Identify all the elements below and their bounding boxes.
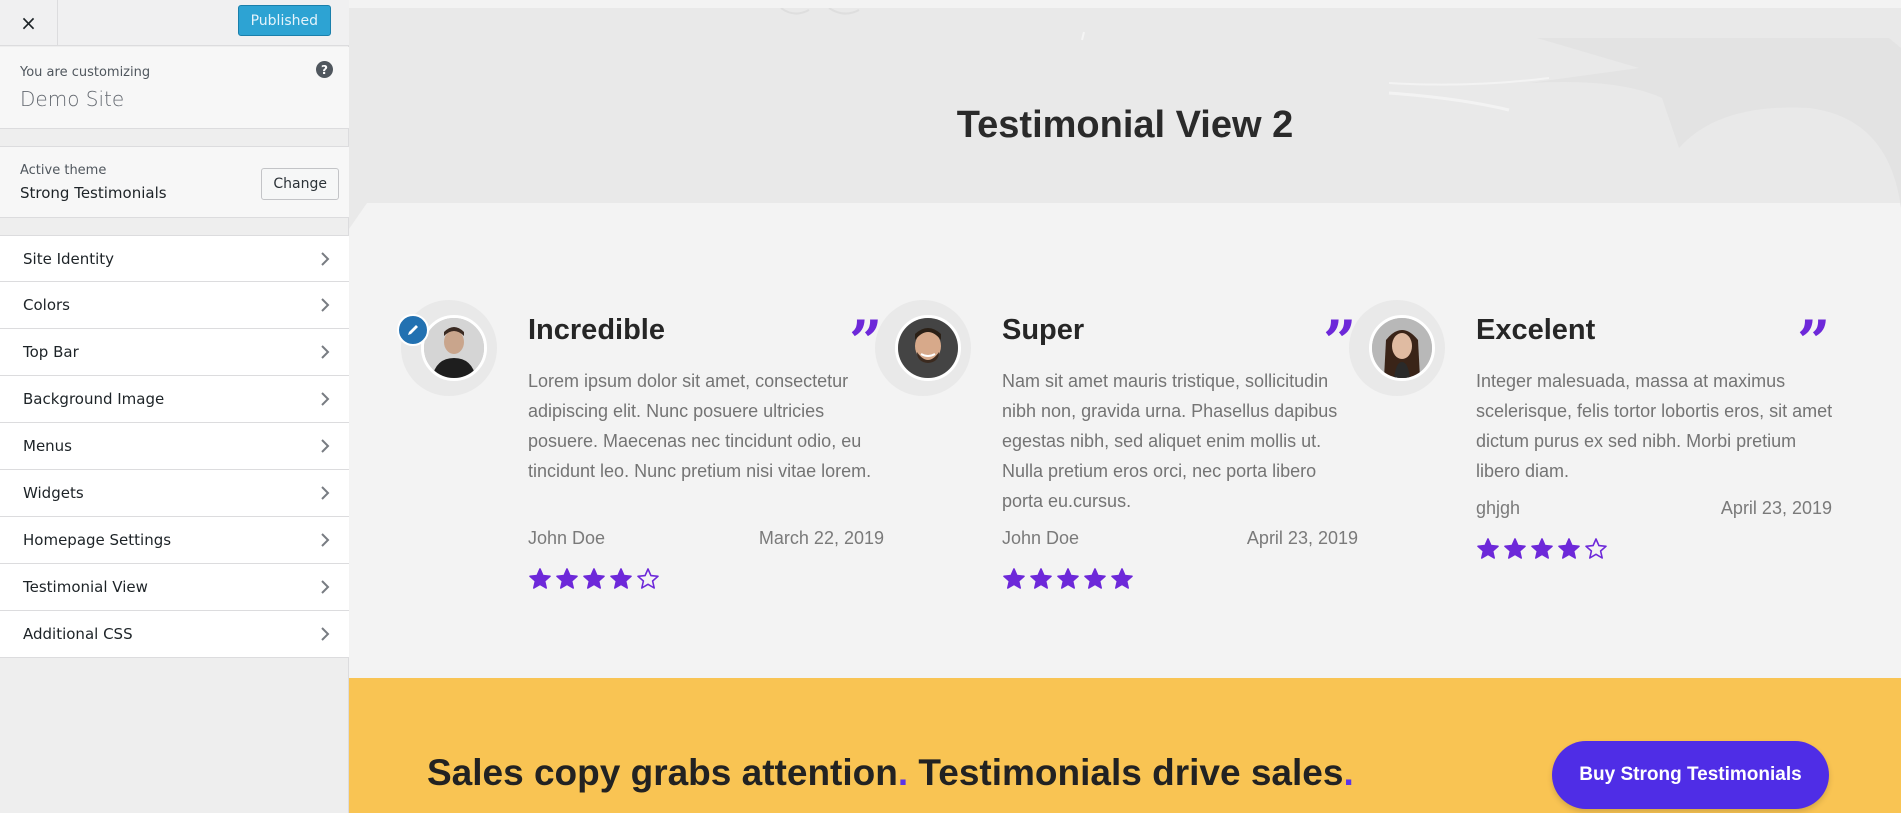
- change-theme-button[interactable]: Change: [261, 168, 339, 200]
- sidebar-header: × Published: [0, 0, 349, 46]
- cta-headline: Sales copy grabs attention. Testimonials…: [427, 752, 1354, 794]
- section-widgets[interactable]: Widgets: [0, 470, 349, 517]
- section-label: Testimonial View: [23, 578, 148, 596]
- star-filled-icon: [1111, 568, 1133, 589]
- avatar: [895, 315, 961, 381]
- close-icon[interactable]: ×: [0, 0, 58, 45]
- testimonial-title: Super: [1002, 314, 1085, 346]
- person-photo-icon: [1372, 318, 1432, 378]
- star-filled-icon: [1003, 568, 1025, 589]
- site-name: Demo Site: [20, 87, 125, 111]
- section-background-image[interactable]: Background Image: [0, 376, 349, 423]
- active-theme-panel: Active theme Strong Testimonials Change: [0, 146, 349, 218]
- page-title: Testimonial View 2: [956, 104, 1294, 146]
- chevron-right-icon: [321, 298, 330, 312]
- section-label: Widgets: [23, 484, 84, 502]
- chevron-right-icon: [321, 533, 330, 547]
- testimonial-author: ghjgh: [1476, 498, 1521, 518]
- testimonial-card: Excelent ” Integer malesuada, massa at m…: [1349, 300, 1832, 600]
- section-top-bar[interactable]: Top Bar: [0, 329, 349, 376]
- testimonial-author: John Doe: [528, 528, 606, 548]
- buy-button[interactable]: Buy Strong Testimonials: [1552, 741, 1829, 809]
- section-label: Colors: [23, 296, 70, 314]
- customizer-root: × Published You are customizing Demo Sit…: [0, 0, 1901, 813]
- testimonial-card: Incredible ” Lorem ipsum dolor sit amet,…: [397, 300, 884, 600]
- publish-button[interactable]: Published: [237, 5, 331, 36]
- section-label: Menus: [23, 437, 72, 455]
- testimonial-date: April 23, 2019: [1246, 528, 1358, 548]
- customizing-info: You are customizing Demo Site ?: [0, 47, 349, 129]
- star-rating: [1476, 537, 1608, 561]
- testimonial-body: Nam sit amet mauris tristique, sollicitu…: [1002, 371, 1338, 511]
- testimonial-date: April 23, 2019: [1720, 498, 1832, 518]
- active-theme-label: Active theme: [20, 163, 107, 178]
- testimonial-meta: John Doe March 22, 2019: [528, 528, 884, 549]
- testimonial-meta: ghjgh April 23, 2019: [1476, 498, 1832, 519]
- section-label: Additional CSS: [23, 625, 133, 643]
- site-preview: Testimonial View 2 Incredible ” Lorem ip…: [349, 0, 1901, 813]
- star-filled-icon: [529, 568, 551, 589]
- section-menus[interactable]: Menus: [0, 423, 349, 470]
- section-additional-css[interactable]: Additional CSS: [0, 611, 349, 658]
- section-testimonial-view[interactable]: Testimonial View: [0, 564, 349, 611]
- star-filled-icon: [1084, 568, 1106, 589]
- customizing-label: You are customizing: [20, 65, 151, 80]
- star-rating: [528, 567, 660, 591]
- person-photo-icon: [898, 318, 958, 378]
- star-filled-icon: [1504, 538, 1526, 559]
- quote-icon: ”: [1797, 308, 1831, 376]
- chevron-right-icon: [321, 392, 330, 406]
- chevron-right-icon: [321, 627, 330, 641]
- testimonial-card: Super ” Nam sit amet mauris tristique, s…: [875, 300, 1358, 600]
- chevron-right-icon: [321, 345, 330, 359]
- section-label: Homepage Settings: [23, 531, 172, 549]
- testimonial-body: Integer malesuada, massa at maximus scel…: [1476, 371, 1833, 481]
- page-header-banner: Testimonial View 2: [349, 8, 1901, 229]
- star-filled-icon: [1057, 568, 1079, 589]
- chevron-right-icon: [321, 252, 330, 266]
- person-photo-icon: [424, 318, 484, 378]
- testimonial-author: John Doe: [1002, 528, 1080, 548]
- star-filled-icon: [1477, 538, 1499, 559]
- avatar-ring: [1349, 300, 1445, 396]
- section-label: Top Bar: [23, 343, 79, 361]
- avatar: [1369, 315, 1435, 381]
- section-site-identity[interactable]: Site Identity: [0, 235, 349, 282]
- section-colors[interactable]: Colors: [0, 282, 349, 329]
- testimonial-body: Lorem ipsum dolor sit amet, consectetur …: [528, 371, 872, 481]
- testimonial-date: March 22, 2019: [758, 528, 884, 548]
- section-label: Background Image: [23, 390, 165, 408]
- star-filled-icon: [1030, 568, 1052, 589]
- customizer-sidebar: × Published You are customizing Demo Sit…: [0, 0, 349, 813]
- customizer-sections: Site Identity Colors Top Bar Background …: [0, 235, 349, 658]
- star-filled-icon: [556, 568, 578, 589]
- edit-pencil-icon[interactable]: [397, 314, 429, 346]
- avatar-ring: [875, 300, 971, 396]
- testimonial-title: Excelent: [1476, 314, 1596, 346]
- cta-banner: Sales copy grabs attention. Testimonials…: [349, 678, 1901, 813]
- star-filled-icon: [1558, 538, 1580, 559]
- star-empty-icon: [637, 568, 659, 589]
- section-homepage-settings[interactable]: Homepage Settings: [0, 517, 349, 564]
- chevron-right-icon: [321, 580, 330, 594]
- star-filled-icon: [610, 568, 632, 589]
- star-filled-icon: [583, 568, 605, 589]
- avatar: [421, 315, 487, 381]
- active-theme-name: Strong Testimonials: [20, 184, 167, 202]
- help-icon[interactable]: ?: [316, 61, 333, 78]
- testimonial-meta: John Doe April 23, 2019: [1002, 528, 1358, 549]
- cta-dot: .: [897, 752, 909, 793]
- cta-text-part2: Testimonials drive sales: [908, 752, 1344, 793]
- section-label: Site Identity: [23, 249, 115, 268]
- chevron-right-icon: [321, 486, 330, 500]
- star-empty-icon: [1585, 538, 1607, 559]
- chevron-right-icon: [321, 439, 330, 453]
- star-rating: [1002, 567, 1134, 591]
- cta-text-part1: Sales copy grabs attention: [427, 752, 898, 793]
- cta-dot: .: [1343, 752, 1354, 793]
- star-filled-icon: [1531, 538, 1553, 559]
- testimonial-title: Incredible: [528, 314, 665, 346]
